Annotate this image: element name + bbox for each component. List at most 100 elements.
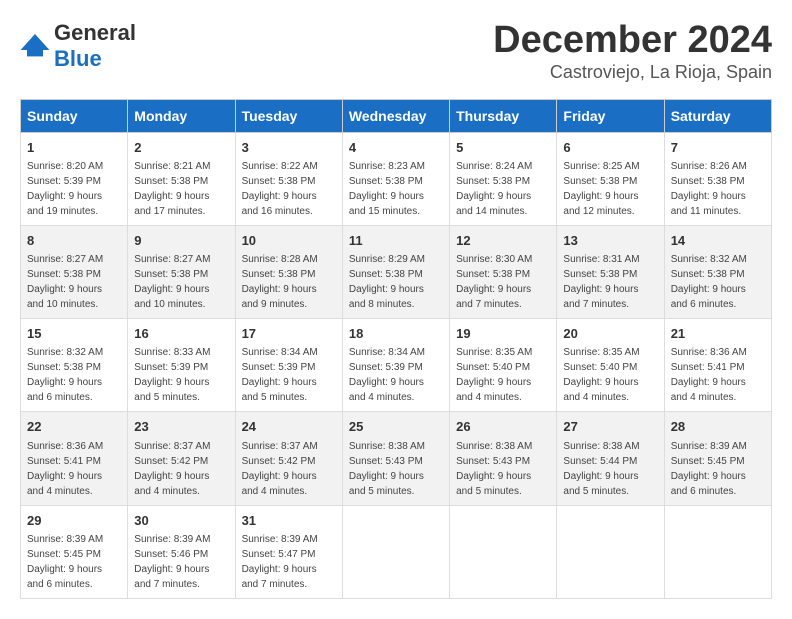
cell-sunset: Sunset: 5:38 PM <box>349 176 423 187</box>
cell-sunset: Sunset: 5:38 PM <box>671 176 745 187</box>
cell-sunrise: Sunrise: 8:29 AM <box>349 254 425 265</box>
cell-sunset: Sunset: 5:45 PM <box>671 456 745 467</box>
calendar-cell: 1 Sunrise: 8:20 AM Sunset: 5:39 PM Dayli… <box>21 132 128 225</box>
cell-daylight: Daylight: 9 hours and 11 minutes. <box>671 191 746 217</box>
cell-daylight: Daylight: 9 hours and 4 minutes. <box>456 377 531 403</box>
cell-daylight: Daylight: 9 hours and 17 minutes. <box>134 191 209 217</box>
calendar-cell: 14 Sunrise: 8:32 AM Sunset: 5:38 PM Dayl… <box>664 225 771 318</box>
calendar-cell: 4 Sunrise: 8:23 AM Sunset: 5:38 PM Dayli… <box>342 132 449 225</box>
calendar-cell: 28 Sunrise: 8:39 AM Sunset: 5:45 PM Dayl… <box>664 412 771 505</box>
calendar-header-row: SundayMondayTuesdayWednesdayThursdayFrid… <box>21 99 772 132</box>
cell-sunset: Sunset: 5:38 PM <box>134 269 208 280</box>
day-number: 10 <box>242 232 336 250</box>
cell-daylight: Daylight: 9 hours and 10 minutes. <box>134 284 209 310</box>
cell-daylight: Daylight: 9 hours and 6 minutes. <box>671 284 746 310</box>
cell-daylight: Daylight: 9 hours and 5 minutes. <box>563 471 638 497</box>
day-number: 4 <box>349 139 443 157</box>
cell-sunset: Sunset: 5:38 PM <box>349 269 423 280</box>
header: General Blue December 2024 Castroviejo, … <box>20 20 772 83</box>
calendar-cell <box>450 505 557 598</box>
calendar-cell: 17 Sunrise: 8:34 AM Sunset: 5:39 PM Dayl… <box>235 319 342 412</box>
day-number: 5 <box>456 139 550 157</box>
cell-sunrise: Sunrise: 8:20 AM <box>27 161 103 172</box>
calendar-cell: 20 Sunrise: 8:35 AM Sunset: 5:40 PM Dayl… <box>557 319 664 412</box>
cell-sunset: Sunset: 5:41 PM <box>27 456 101 467</box>
logo-icon <box>20 34 50 58</box>
cell-sunrise: Sunrise: 8:38 AM <box>349 441 425 452</box>
calendar-cell: 9 Sunrise: 8:27 AM Sunset: 5:38 PM Dayli… <box>128 225 235 318</box>
calendar-cell: 3 Sunrise: 8:22 AM Sunset: 5:38 PM Dayli… <box>235 132 342 225</box>
day-number: 29 <box>27 512 121 530</box>
cell-sunset: Sunset: 5:43 PM <box>349 456 423 467</box>
calendar-cell: 22 Sunrise: 8:36 AM Sunset: 5:41 PM Dayl… <box>21 412 128 505</box>
cell-sunrise: Sunrise: 8:35 AM <box>563 347 639 358</box>
cell-daylight: Daylight: 9 hours and 4 minutes. <box>563 377 638 403</box>
cell-daylight: Daylight: 9 hours and 7 minutes. <box>134 564 209 590</box>
calendar-cell: 27 Sunrise: 8:38 AM Sunset: 5:44 PM Dayl… <box>557 412 664 505</box>
calendar-table: SundayMondayTuesdayWednesdayThursdayFrid… <box>20 99 772 599</box>
cell-sunrise: Sunrise: 8:22 AM <box>242 161 318 172</box>
cell-sunset: Sunset: 5:40 PM <box>563 362 637 373</box>
cell-daylight: Daylight: 9 hours and 7 minutes. <box>563 284 638 310</box>
cell-daylight: Daylight: 9 hours and 6 minutes. <box>27 564 102 590</box>
calendar-cell: 5 Sunrise: 8:24 AM Sunset: 5:38 PM Dayli… <box>450 132 557 225</box>
header-day-wednesday: Wednesday <box>342 99 449 132</box>
cell-sunset: Sunset: 5:38 PM <box>134 176 208 187</box>
day-number: 14 <box>671 232 765 250</box>
day-number: 9 <box>134 232 228 250</box>
cell-sunrise: Sunrise: 8:27 AM <box>27 254 103 265</box>
logo-general-text: General <box>54 20 136 45</box>
cell-daylight: Daylight: 9 hours and 6 minutes. <box>671 471 746 497</box>
cell-sunset: Sunset: 5:38 PM <box>27 269 101 280</box>
cell-sunrise: Sunrise: 8:28 AM <box>242 254 318 265</box>
cell-sunrise: Sunrise: 8:38 AM <box>563 441 639 452</box>
cell-sunrise: Sunrise: 8:37 AM <box>242 441 318 452</box>
calendar-cell: 16 Sunrise: 8:33 AM Sunset: 5:39 PM Dayl… <box>128 319 235 412</box>
cell-sunset: Sunset: 5:38 PM <box>671 269 745 280</box>
cell-daylight: Daylight: 9 hours and 7 minutes. <box>456 284 531 310</box>
cell-sunrise: Sunrise: 8:32 AM <box>27 347 103 358</box>
cell-sunrise: Sunrise: 8:35 AM <box>456 347 532 358</box>
day-number: 16 <box>134 325 228 343</box>
week-row-3: 15 Sunrise: 8:32 AM Sunset: 5:38 PM Dayl… <box>21 319 772 412</box>
calendar-cell: 6 Sunrise: 8:25 AM Sunset: 5:38 PM Dayli… <box>557 132 664 225</box>
cell-sunset: Sunset: 5:41 PM <box>671 362 745 373</box>
cell-daylight: Daylight: 9 hours and 5 minutes. <box>134 377 209 403</box>
cell-sunrise: Sunrise: 8:36 AM <box>27 441 103 452</box>
cell-daylight: Daylight: 9 hours and 16 minutes. <box>242 191 317 217</box>
calendar-cell: 18 Sunrise: 8:34 AM Sunset: 5:39 PM Dayl… <box>342 319 449 412</box>
cell-sunrise: Sunrise: 8:30 AM <box>456 254 532 265</box>
cell-daylight: Daylight: 9 hours and 4 minutes. <box>671 377 746 403</box>
cell-daylight: Daylight: 9 hours and 8 minutes. <box>349 284 424 310</box>
calendar-cell: 12 Sunrise: 8:30 AM Sunset: 5:38 PM Dayl… <box>450 225 557 318</box>
calendar-cell: 26 Sunrise: 8:38 AM Sunset: 5:43 PM Dayl… <box>450 412 557 505</box>
day-number: 23 <box>134 418 228 436</box>
day-number: 26 <box>456 418 550 436</box>
header-day-friday: Friday <box>557 99 664 132</box>
cell-daylight: Daylight: 9 hours and 5 minutes. <box>349 471 424 497</box>
cell-sunset: Sunset: 5:42 PM <box>242 456 316 467</box>
cell-sunrise: Sunrise: 8:36 AM <box>671 347 747 358</box>
day-number: 25 <box>349 418 443 436</box>
cell-sunrise: Sunrise: 8:38 AM <box>456 441 532 452</box>
cell-daylight: Daylight: 9 hours and 19 minutes. <box>27 191 102 217</box>
day-number: 27 <box>563 418 657 436</box>
day-number: 19 <box>456 325 550 343</box>
day-number: 1 <box>27 139 121 157</box>
day-number: 7 <box>671 139 765 157</box>
cell-sunrise: Sunrise: 8:32 AM <box>671 254 747 265</box>
cell-sunrise: Sunrise: 8:34 AM <box>242 347 318 358</box>
calendar-cell: 7 Sunrise: 8:26 AM Sunset: 5:38 PM Dayli… <box>664 132 771 225</box>
cell-daylight: Daylight: 9 hours and 15 minutes. <box>349 191 424 217</box>
day-number: 6 <box>563 139 657 157</box>
cell-sunset: Sunset: 5:38 PM <box>242 269 316 280</box>
header-day-saturday: Saturday <box>664 99 771 132</box>
cell-sunset: Sunset: 5:39 PM <box>134 362 208 373</box>
cell-sunrise: Sunrise: 8:39 AM <box>242 534 318 545</box>
cell-sunset: Sunset: 5:38 PM <box>27 362 101 373</box>
day-number: 13 <box>563 232 657 250</box>
day-number: 2 <box>134 139 228 157</box>
cell-sunrise: Sunrise: 8:23 AM <box>349 161 425 172</box>
calendar-cell <box>557 505 664 598</box>
day-number: 24 <box>242 418 336 436</box>
